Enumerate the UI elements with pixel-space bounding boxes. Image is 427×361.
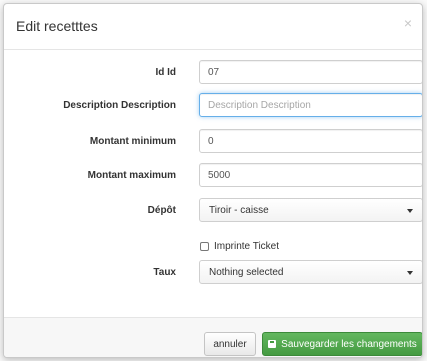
chevron-down-icon — [407, 209, 413, 213]
id-input[interactable] — [199, 60, 422, 84]
montant-maximum-label: Montant maximum — [87, 170, 176, 181]
taux-selected-value: Nothing selected — [209, 267, 284, 278]
montant-minimum-label: Montant minimum — [89, 136, 176, 147]
floppy-disk-icon — [268, 340, 277, 348]
description-label: Description Description — [63, 100, 176, 111]
edit-recettes-dialog: Edit recetttes × Id Id Description Descr… — [3, 3, 423, 358]
field-row-depot: Dépôt Tiroir - caisse — [4, 198, 422, 224]
dialog-header: Edit recetttes × — [4, 4, 422, 50]
field-row-montant-minimum: Montant minimum — [4, 129, 422, 155]
field-row-taux: Taux Nothing selected — [4, 260, 422, 286]
description-input[interactable] — [199, 93, 422, 117]
field-row-description: Description Description — [4, 93, 422, 119]
depot-label: Dépôt — [147, 205, 176, 216]
imprime-ticket-checkbox[interactable] — [200, 242, 209, 251]
montant-maximum-input[interactable] — [199, 163, 422, 187]
save-changes-button[interactable]: Sauvegarder les changements — [262, 332, 422, 356]
save-changes-label: Sauvegarder les changements — [281, 338, 417, 350]
close-icon[interactable]: × — [404, 16, 412, 30]
dialog-title: Edit recetttes — [16, 18, 98, 34]
montant-minimum-input[interactable] — [199, 129, 422, 153]
field-row-montant-maximum: Montant maximum — [4, 163, 422, 189]
id-label: Id Id — [155, 67, 176, 78]
depot-select[interactable]: Tiroir - caisse — [199, 198, 422, 222]
imprime-ticket-label[interactable]: Imprinte Ticket — [214, 241, 279, 252]
chevron-down-icon — [407, 271, 413, 275]
cancel-button[interactable]: annuler — [204, 332, 256, 356]
taux-select[interactable]: Nothing selected — [199, 260, 422, 284]
field-row-id: Id Id — [4, 60, 422, 86]
taux-label: Taux — [153, 267, 176, 278]
depot-selected-value: Tiroir - caisse — [209, 205, 269, 216]
